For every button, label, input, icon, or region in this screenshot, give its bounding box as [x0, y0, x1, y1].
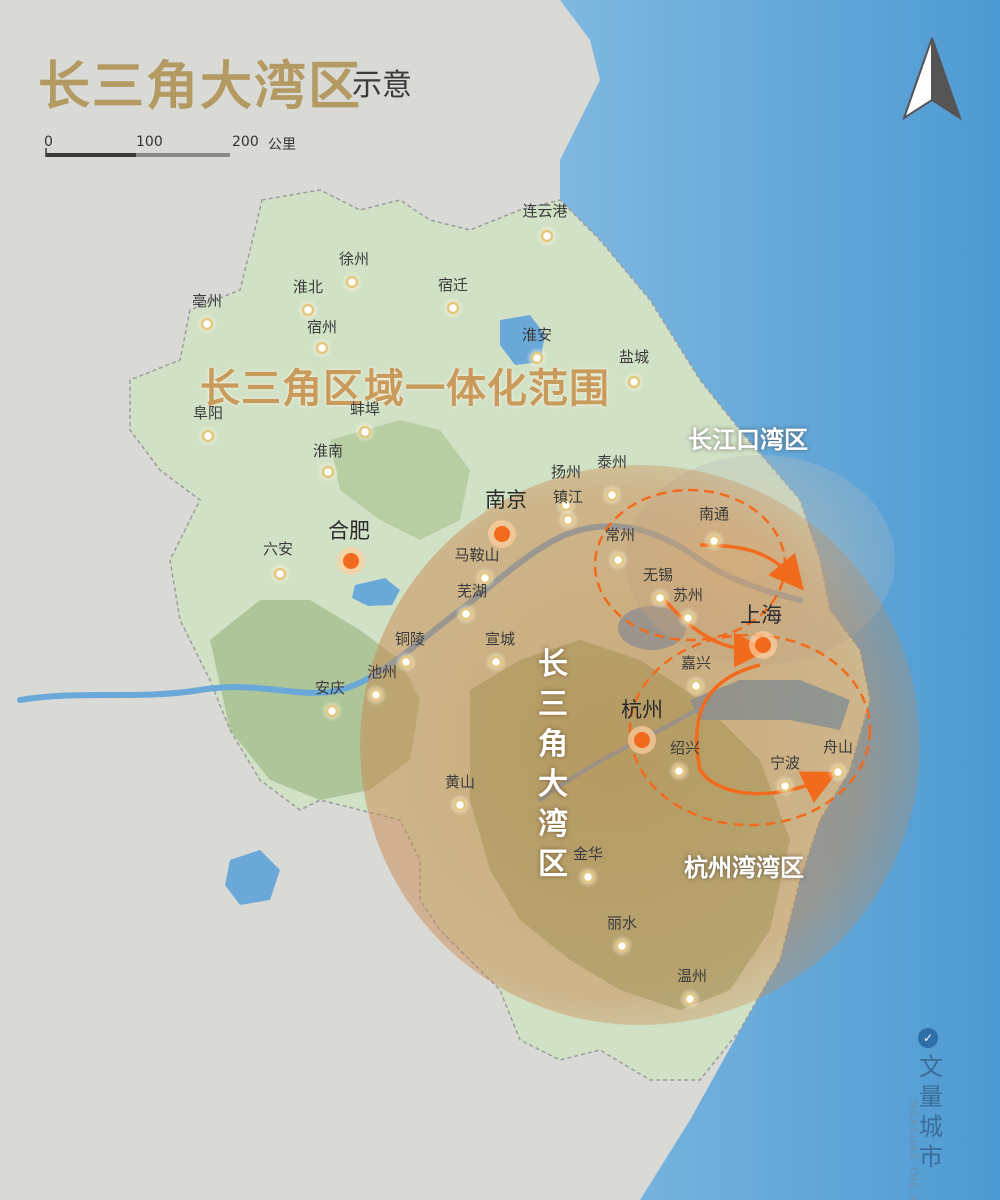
- major-city-marker-icon[interactable]: [749, 631, 777, 659]
- city-label: 盐城: [618, 348, 650, 366]
- city-label: 常州: [604, 526, 636, 544]
- city-label: 金华: [572, 845, 604, 863]
- city-label: 绍兴: [669, 739, 701, 757]
- scale-unit: 公里: [268, 137, 296, 153]
- city-marker-icon[interactable]: [577, 866, 599, 888]
- city-marker-icon[interactable]: [269, 563, 291, 585]
- map-title: 长三角大湾区: [38, 56, 363, 117]
- city-marker-icon[interactable]: [668, 760, 690, 782]
- city-marker-icon[interactable]: [395, 651, 417, 673]
- city-marker-icon[interactable]: [365, 684, 387, 706]
- city-label: 宣城: [484, 630, 516, 648]
- hangzhou-bay-label: 杭州湾湾区: [684, 854, 804, 882]
- city-marker-icon[interactable]: [197, 425, 219, 447]
- city-label: 淮安: [521, 326, 553, 344]
- city-marker-icon[interactable]: [601, 484, 623, 506]
- city-label: 亳州: [191, 292, 223, 310]
- city-label: 舟山: [822, 738, 854, 756]
- city-label: 芜湖: [456, 582, 488, 600]
- city-label: 淮北: [292, 278, 324, 296]
- map-stage: 长三角大湾区 示意 0 100 200 公里 长三角区域一体化范围 长江口湾区 …: [0, 0, 1000, 1200]
- integration-region-label: 长三角区域一体化范围: [200, 365, 610, 412]
- city-label: 淮南: [312, 442, 344, 460]
- city-label: 蚌埠: [349, 400, 381, 418]
- city-marker-icon[interactable]: [557, 509, 579, 531]
- city-label: 马鞍山: [454, 546, 500, 564]
- scale-tick-100: 100: [136, 134, 163, 150]
- city-marker-icon[interactable]: [611, 935, 633, 957]
- city-marker-icon[interactable]: [354, 421, 376, 443]
- city-label: 南通: [698, 505, 730, 523]
- city-marker-icon[interactable]: [649, 587, 671, 609]
- city-marker-icon[interactable]: [536, 225, 558, 247]
- brand-tagline: MEASURE THE WORLD: [907, 1100, 920, 1200]
- city-label: 宿州: [306, 318, 338, 336]
- city-marker-icon[interactable]: [679, 988, 701, 1010]
- greater-bay-label: 长三角大湾区: [538, 647, 568, 882]
- city-marker-icon[interactable]: [442, 297, 464, 319]
- major-city-label: 上海: [740, 603, 782, 627]
- city-marker-icon[interactable]: [827, 761, 849, 783]
- city-marker-icon[interactable]: [321, 700, 343, 722]
- city-label: 徐州: [338, 250, 370, 268]
- city-label: 六安: [262, 540, 294, 558]
- city-label: 安庆: [314, 679, 346, 697]
- city-label: 池州: [366, 663, 398, 681]
- city-label: 连云港: [522, 202, 568, 220]
- city-label: 镇江: [552, 488, 584, 506]
- yangtze-bay-label: 长江口湾区: [688, 426, 808, 454]
- scale-tick-0: 0: [44, 134, 53, 150]
- major-city-marker-icon[interactable]: [628, 726, 656, 754]
- city-label: 阜阳: [192, 404, 224, 422]
- city-marker-icon[interactable]: [196, 313, 218, 335]
- brand-name: 文量城市: [919, 1053, 943, 1171]
- city-label: 温州: [676, 967, 708, 985]
- city-label: 苏州: [672, 586, 704, 604]
- map-subtitle: 示意: [352, 68, 412, 103]
- city-label: 铜陵: [394, 630, 426, 648]
- city-label: 无锡: [642, 566, 674, 584]
- city-label: 黄山: [444, 773, 476, 791]
- brand-logo-icon: ✓: [918, 1028, 938, 1048]
- city-marker-icon[interactable]: [677, 607, 699, 629]
- city-label: 扬州: [550, 463, 582, 481]
- major-city-label: 南京: [485, 488, 527, 512]
- major-city-label: 杭州: [621, 698, 663, 722]
- major-city-label: 合肥: [328, 519, 370, 543]
- city-marker-icon[interactable]: [685, 675, 707, 697]
- city-marker-icon[interactable]: [485, 651, 507, 673]
- city-marker-icon[interactable]: [607, 549, 629, 571]
- city-marker-icon[interactable]: [455, 603, 477, 625]
- scale-tick-200: 200: [232, 134, 259, 150]
- city-label: 嘉兴: [680, 654, 712, 672]
- city-label: 泰州: [596, 453, 628, 471]
- city-marker-icon[interactable]: [449, 794, 471, 816]
- map-canvas: [0, 0, 1000, 1200]
- city-marker-icon[interactable]: [341, 271, 363, 293]
- major-city-marker-icon[interactable]: [337, 547, 365, 575]
- city-marker-icon[interactable]: [623, 371, 645, 393]
- city-marker-icon[interactable]: [774, 775, 796, 797]
- city-label: 宁波: [769, 754, 801, 772]
- city-marker-icon[interactable]: [317, 461, 339, 483]
- city-label: 丽水: [606, 914, 638, 932]
- city-marker-icon[interactable]: [703, 530, 725, 552]
- city-label: 宿迁: [437, 276, 469, 294]
